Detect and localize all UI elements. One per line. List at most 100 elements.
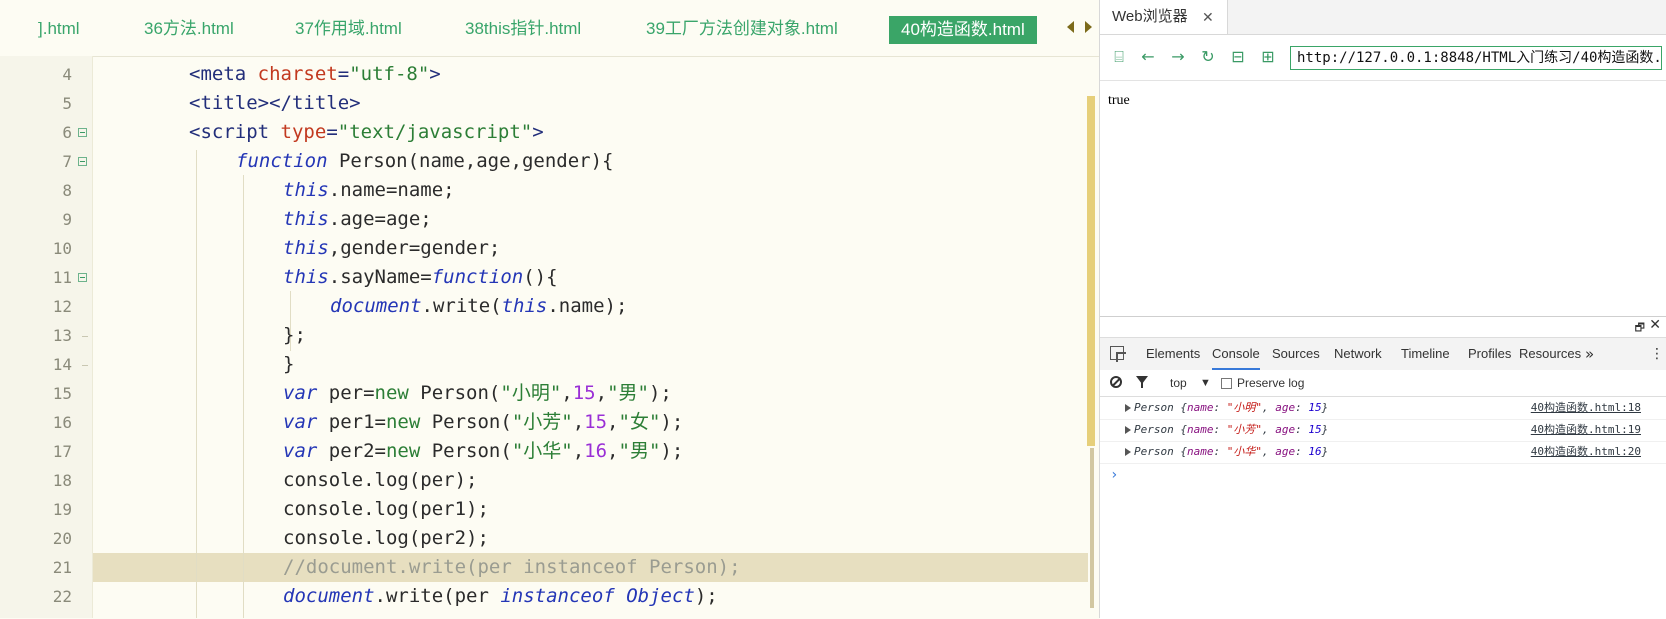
object-key: age: [1275, 423, 1296, 436]
devtools-menu-icon[interactable]: ⋮: [1650, 338, 1664, 370]
console-entry-text: Person {name: "小明", age: 15}: [1134, 397, 1328, 419]
preserve-log-checkbox[interactable]: [1221, 378, 1232, 389]
line-number: 19: [52, 500, 72, 519]
object-value: "小华": [1226, 445, 1262, 458]
line-number: 6: [62, 123, 72, 142]
reload-icon[interactable]: ↻: [1197, 46, 1219, 68]
source-link[interactable]: 40构造函数.html:19: [1531, 419, 1641, 441]
source-link[interactable]: 40构造函数.html:20: [1531, 441, 1641, 463]
expand-triangle-icon[interactable]: [1125, 426, 1131, 434]
token: var: [283, 411, 318, 433]
more-tabs-icon[interactable]: »: [1585, 338, 1594, 370]
token: .name);: [547, 295, 628, 317]
code-line-10: this,gender=gender;: [283, 234, 500, 263]
token: .write(: [421, 295, 502, 317]
object-key: age: [1275, 401, 1296, 414]
token: new: [374, 382, 409, 404]
token: var: [283, 440, 318, 462]
browser-toolbar: ⌸ ← → ↻ ⊟ ⊞ http://127.0.0.1:8848/HTML入门…: [1100, 35, 1666, 81]
console-toggle-icon[interactable]: ⌸: [1108, 46, 1130, 68]
code-line-22: document.write(per instanceof Object);: [283, 582, 718, 611]
token: instanceof: [500, 585, 615, 607]
url-input[interactable]: http://127.0.0.1:8848/HTML入门练习/40构造函数.: [1290, 46, 1662, 70]
console-entry[interactable]: Person {name: "小华", age: 16} 40构造函数.html…: [1100, 441, 1666, 464]
tab-36-methods[interactable]: 36方法.html: [144, 14, 234, 44]
token: );: [660, 411, 684, 433]
tab-scroll-left-icon[interactable]: [1067, 21, 1074, 33]
chevron-down-icon[interactable]: ▼: [1200, 370, 1211, 396]
object-value: "小明": [1226, 401, 1262, 414]
tab-39-factory-method[interactable]: 39工厂方法创建对象.html: [646, 14, 838, 44]
browser-tab[interactable]: Web浏览器 ✕: [1100, 0, 1228, 34]
devtools-tab-bar: Elements Console Sources Network Timelin…: [1100, 337, 1666, 371]
fold-toggle-icon[interactable]: [78, 273, 87, 282]
browser-tab-bar: Web浏览器 ✕: [1100, 0, 1666, 35]
line-number: 18: [52, 471, 72, 490]
editor-scrollbar-thumb[interactable]: [1090, 448, 1094, 608]
punct: ,: [1262, 423, 1276, 436]
line-number: 17: [52, 442, 72, 461]
fold-toggle-icon[interactable]: [78, 157, 87, 166]
tab-network[interactable]: Network: [1334, 338, 1382, 370]
code-line-18: console.log(per);: [283, 469, 478, 491]
tab-elements[interactable]: Elements: [1146, 338, 1200, 370]
code-line-4: <meta charset="utf-8">: [189, 60, 441, 89]
token: (){: [523, 266, 558, 288]
context-selector[interactable]: top: [1170, 370, 1187, 396]
token: ,: [572, 440, 585, 462]
code-line-13: };: [283, 324, 306, 346]
token: );: [660, 440, 684, 462]
token: "男": [607, 382, 649, 404]
code-line-21: //document.write(per instanceof Person);: [283, 556, 741, 578]
object-value: "小芳": [1226, 423, 1262, 436]
token: "男": [618, 440, 661, 462]
back-icon[interactable]: ←: [1137, 46, 1159, 68]
token: this: [283, 208, 329, 230]
punct: ,: [1262, 445, 1276, 458]
inspect-element-icon[interactable]: [1110, 346, 1124, 360]
token: );: [648, 382, 672, 404]
token: Person(: [408, 382, 501, 404]
token: type: [280, 121, 327, 143]
console-prompt-input[interactable]: ›: [1110, 467, 1118, 483]
clear-console-icon[interactable]: [1110, 376, 1122, 388]
console-entry[interactable]: Person {name: "小明", age: 15} 40构造函数.html…: [1100, 397, 1666, 420]
tab-37-scope[interactable]: 37作用域.html: [295, 14, 402, 44]
fold-toggle-icon[interactable]: [78, 128, 87, 137]
code-line-16: var per1=new Person("小芳",15,"女");: [283, 408, 683, 437]
line-number: 4: [62, 65, 72, 84]
lock-icon[interactable]: ⊟: [1227, 46, 1249, 68]
token: this: [283, 266, 329, 288]
code-editor[interactable]: ].html 36方法.html 37作用域.html 38this指针.htm…: [0, 0, 1099, 618]
tab-sources[interactable]: Sources: [1272, 338, 1320, 370]
undock-icon[interactable]: 🗗: [1635, 319, 1645, 338]
tab-40-constructor[interactable]: 40构造函数.html: [889, 16, 1037, 44]
console-entry[interactable]: Person {name: "小芳", age: 15} 40构造函数.html…: [1100, 419, 1666, 442]
expand-triangle-icon[interactable]: [1125, 404, 1131, 412]
qr-code-icon[interactable]: ⊞: [1257, 46, 1279, 68]
tab-resources[interactable]: Resources: [1519, 338, 1581, 370]
tab-38-this-pointer[interactable]: 38this指针.html: [465, 14, 581, 44]
close-icon[interactable]: ✕: [1202, 0, 1214, 34]
object-key: name: [1187, 401, 1214, 414]
source-link[interactable]: 40构造函数.html:18: [1531, 397, 1641, 419]
tab-timeline[interactable]: Timeline: [1401, 338, 1450, 370]
expand-triangle-icon[interactable]: [1125, 448, 1131, 456]
close-icon[interactable]: ✕: [1649, 317, 1661, 333]
tab-console[interactable]: Console: [1212, 338, 1260, 370]
browser-tab-label: Web浏览器: [1112, 8, 1188, 25]
line-number: 12: [52, 297, 72, 316]
tab-profiles[interactable]: Profiles: [1468, 338, 1511, 370]
token: Person(: [420, 411, 512, 433]
tab-35[interactable]: ].html: [38, 14, 80, 44]
forward-icon[interactable]: →: [1167, 46, 1189, 68]
line-number: 15: [52, 384, 72, 403]
tab-scroll-right-icon[interactable]: [1085, 21, 1092, 33]
token: <: [189, 63, 201, 85]
token: "小芳": [511, 411, 573, 433]
object-key: name: [1187, 423, 1214, 436]
token: ,: [595, 382, 608, 404]
code-line-11: this.sayName=function(){: [283, 263, 558, 292]
editor-scroll-marker[interactable]: [1087, 96, 1095, 446]
line-number: 22: [52, 587, 72, 606]
